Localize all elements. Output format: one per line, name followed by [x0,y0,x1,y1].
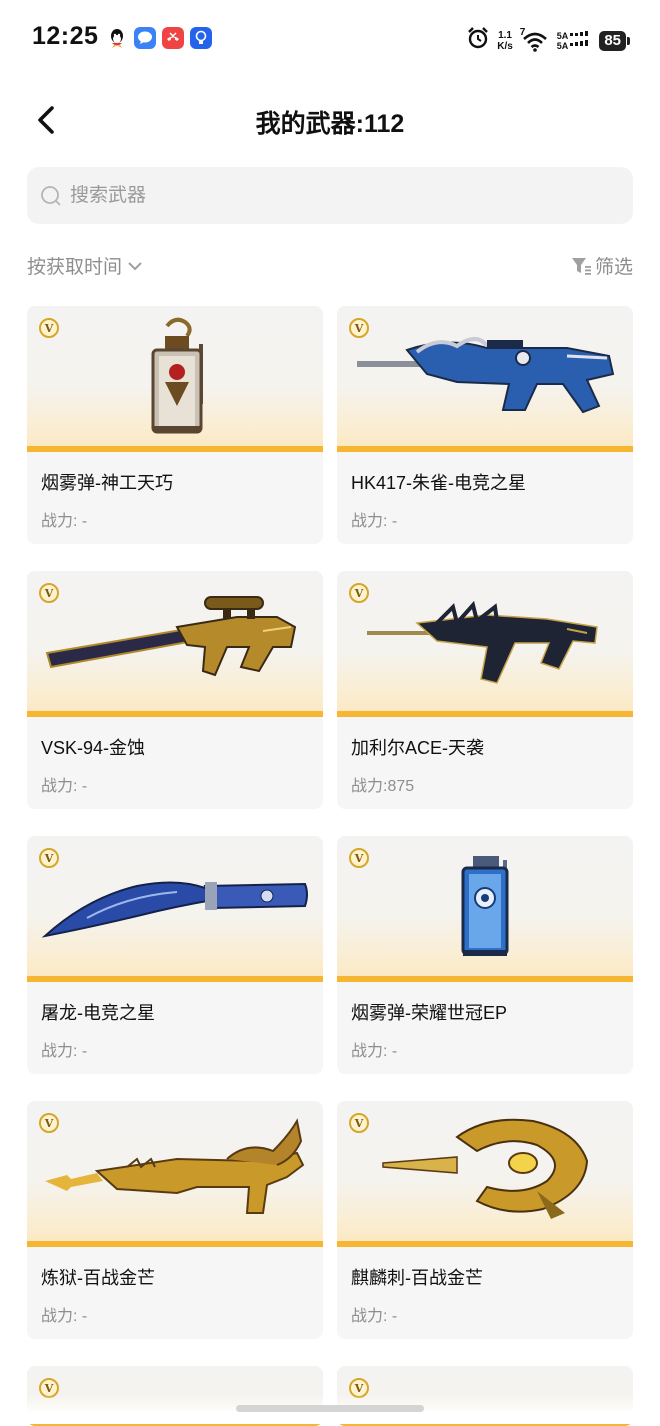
alarm-icon [466,26,490,55]
search-icon [41,185,61,206]
weapon-name: 屠龙-电竞之星 [41,1003,155,1023]
weapon-card[interactable]: V 麒麟刺-百战金芒 战力: - [337,1101,633,1339]
status-right: 1.1 K/s 7 5A 5A 85 [466,26,630,55]
weapon-name: 加利尔ACE-天袭 [351,738,485,758]
battery-level: 85 [599,30,626,51]
funnel-icon [571,257,591,275]
weapon-card[interactable]: V 屠龙-电竞之星 战力: - [27,836,323,1074]
knife-icon [41,881,308,938]
qq-icon [106,27,128,49]
net-speed-unit: K/s [497,40,513,52]
rifle-icon [367,600,598,684]
rifle-icon [357,337,615,414]
search-bar[interactable] [27,167,633,224]
weapon-image-area: V [337,306,633,452]
home-indicator[interactable] [236,1405,424,1412]
search-input[interactable] [68,183,592,208]
weapon-card[interactable]: V 烟雾弹-神工天巧 战力: - [27,306,323,544]
weapon-card[interactable]: V HK417-朱雀-电竞之星 战力: - [337,306,633,544]
filter-label: 筛选 [594,257,633,278]
weapon-name: HK417-朱雀-电竞之星 [351,473,527,493]
sim2-label: 5A [556,40,569,51]
nav-bar: 我的武器:112 [0,90,660,150]
grenade-icon [151,317,203,434]
chevron-down-icon [128,261,142,270]
signal-icon [570,30,592,52]
status-time: 12:25 [32,22,99,50]
missed-call-icon [162,27,184,49]
sort-filter-bar: 按获取时间 筛选 [27,252,633,282]
weapon-image-area: V [27,306,323,452]
battery-tip [627,36,630,45]
rifle-icon [45,1118,305,1214]
weapon-name: 麒麟刺-百战金芒 [351,1268,483,1288]
weapon-name: 炼狱-百战金芒 [41,1268,155,1288]
weapon-power: 战力: - [351,1043,398,1060]
grenade-icon [461,856,509,956]
weapon-card[interactable]: V 加利尔ACE-天袭 战力:875 [337,571,633,809]
net-speed-value: 1.1 [498,29,512,41]
sniper-rifle-icon [45,596,297,677]
signal-info: 5A 5A [557,30,593,52]
weapon-card[interactable]: V 烟雾弹-荣耀世冠EP 战力: - [337,836,633,1074]
filter-button[interactable]: 筛选 [570,252,633,279]
weapon-power: 战力:875 [351,778,415,795]
weapon-image-area: V [337,1101,633,1247]
weapon-image-area: V [337,571,633,717]
sim1-label: 5A [556,30,569,41]
battery-icon: 85 [599,30,630,51]
melee-weapon-icon [382,1118,589,1219]
sort-label: 按获取时间 [27,257,123,278]
page-title: 我的武器:112 [255,110,405,138]
net-speed: 1.1 K/s [497,30,513,52]
weapon-image-area: V [27,571,323,717]
status-app-icons [106,27,212,49]
message-app-icon [134,27,156,49]
weapon-power: 战力: - [41,778,88,795]
weapon-image-area: V [27,836,323,982]
bulb-app-icon [190,27,212,49]
weapon-card[interactable]: V VSK-94-金蚀 战力: - [27,571,323,809]
weapon-power: 战力: - [41,1043,88,1060]
weapon-card[interactable]: V 炼狱-百战金芒 战力: - [27,1101,323,1339]
weapon-name: 烟雾弹-荣耀世冠EP [351,1003,508,1023]
wifi-icon: 7 [519,26,550,53]
status-bar: 12:25 1.1 K/s 7 5A 5A 85 [0,0,660,78]
weapon-power: 战力: - [41,1308,88,1325]
weapon-image-area: V [337,836,633,982]
weapon-name: VSK-94-金蚀 [41,738,146,758]
wifi-label: 7 [519,26,526,38]
weapon-name: 烟雾弹-神工天巧 [41,473,173,493]
weapon-power: 战力: - [351,1308,398,1325]
weapon-image-area: V [27,1101,323,1247]
weapon-power: 战力: - [351,513,398,530]
weapon-power: 战力: - [41,513,88,530]
sort-dropdown[interactable]: 按获取时间 [27,252,146,279]
